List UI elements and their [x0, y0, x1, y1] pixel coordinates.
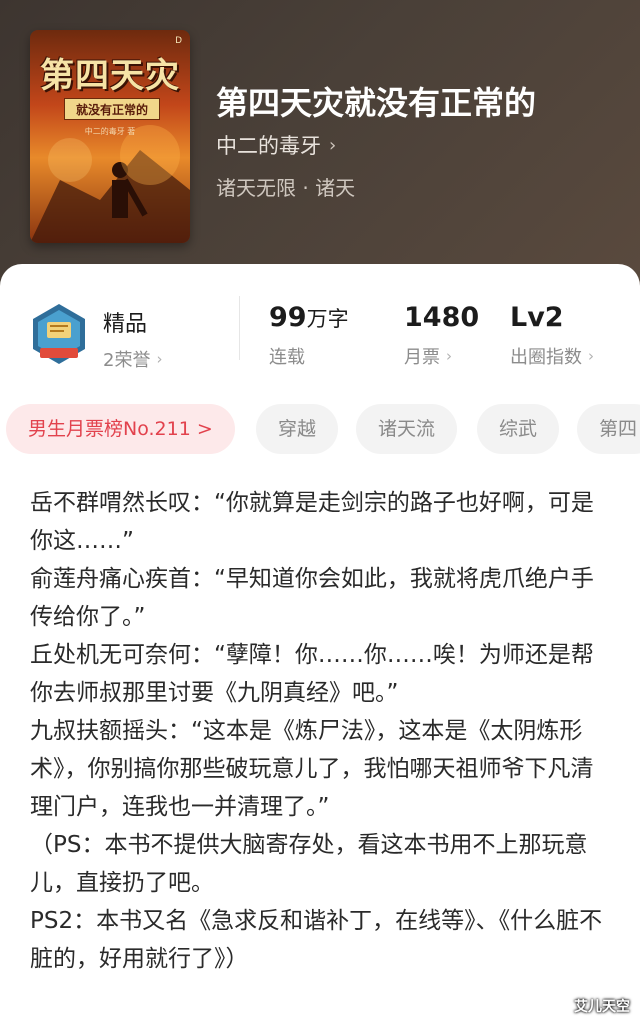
cover-title: 第四天灾 — [40, 56, 180, 96]
stat-words-label: 连载 — [269, 347, 305, 368]
tag-fourth[interactable]: 第四 — [577, 404, 640, 454]
intro-paragraph: 俞莲舟痛心疾首：“早知道你会如此，我就将虎爪绝户手传给你了。” — [30, 566, 594, 630]
stats-divider — [239, 296, 240, 360]
author-name: 中二的毒牙 — [216, 134, 321, 158]
intro-paragraph: PS2：本书又名《急求反和谐补丁，在线等》、《什么脏不脏的，好用就行了》） — [30, 908, 603, 972]
intro-paragraph: 丘处机无可奈何：“孽障！你……你……唉！为师还是帮你去师叔那里讨要《九阴真经》吧… — [30, 642, 594, 706]
stat-quality[interactable]: 精品 2荣誉 › — [103, 306, 162, 372]
tag-rank[interactable]: 男生月票榜No.211 > — [6, 404, 235, 454]
stat-quality-label: 2荣誉 — [103, 350, 151, 371]
stat-monthly-tickets[interactable]: 1480 月票 › — [404, 302, 479, 369]
stat-level[interactable]: Lv2 出圈指数 › — [510, 302, 594, 369]
cover-author: 中二的毒牙 著 — [84, 127, 136, 136]
book-cover[interactable]: D 第四天灾 就没有正常的 中二的毒牙 著 — [30, 30, 190, 243]
stat-tickets-label: 月票 — [404, 347, 440, 368]
chevron-right-icon: › — [446, 347, 452, 365]
intro-paragraph: 岳不群喟然长叹：“你就算是走剑宗的路子也好啊，可是你这……” — [30, 490, 594, 554]
cover-publisher-mark: D — [175, 36, 182, 46]
quality-badge-icon — [33, 304, 85, 364]
stat-words-unit: 万字 — [306, 307, 349, 331]
tag-multiverse[interactable]: 诸天流 — [356, 404, 458, 454]
stat-quality-value: 精品 — [103, 312, 148, 337]
cover-subtitle: 就没有正常的 — [64, 98, 160, 120]
stat-level-label: 出圈指数 — [510, 347, 582, 368]
chevron-right-icon: › — [588, 347, 594, 365]
book-title: 第四天灾就没有正常的 — [216, 84, 537, 122]
chevron-right-icon: › — [329, 134, 337, 156]
book-intro: 岳不群喟然长叹：“你就算是走剑宗的路子也好啊，可是你这……” 俞莲舟痛心疾首：“… — [30, 484, 614, 978]
intro-paragraph: 九叔扶额摇头：“这本是《炼尸法》，这本是《太阴炼形术》，你别搞你那些破玩意儿了，… — [30, 718, 594, 820]
stat-level-value: Lv2 — [510, 302, 564, 333]
chevron-right-icon: › — [156, 350, 163, 368]
stat-words: 99万字 连载 — [269, 302, 349, 369]
watermark: 艾儿天空 — [574, 999, 630, 1015]
intro-paragraph: （PS：本书不提供大脑寄存处，看这本书用不上那玩意儿，直接扔了吧。 — [30, 832, 588, 896]
stat-tickets-value: 1480 — [404, 302, 480, 333]
author-link[interactable]: 中二的毒牙 › — [216, 130, 336, 160]
stat-words-value: 99 — [269, 302, 307, 333]
tag-martial-arts[interactable]: 综武 — [477, 404, 560, 454]
book-genre: 诸天无限 · 诸天 — [216, 176, 356, 200]
tag-time-travel[interactable]: 穿越 — [256, 404, 339, 454]
